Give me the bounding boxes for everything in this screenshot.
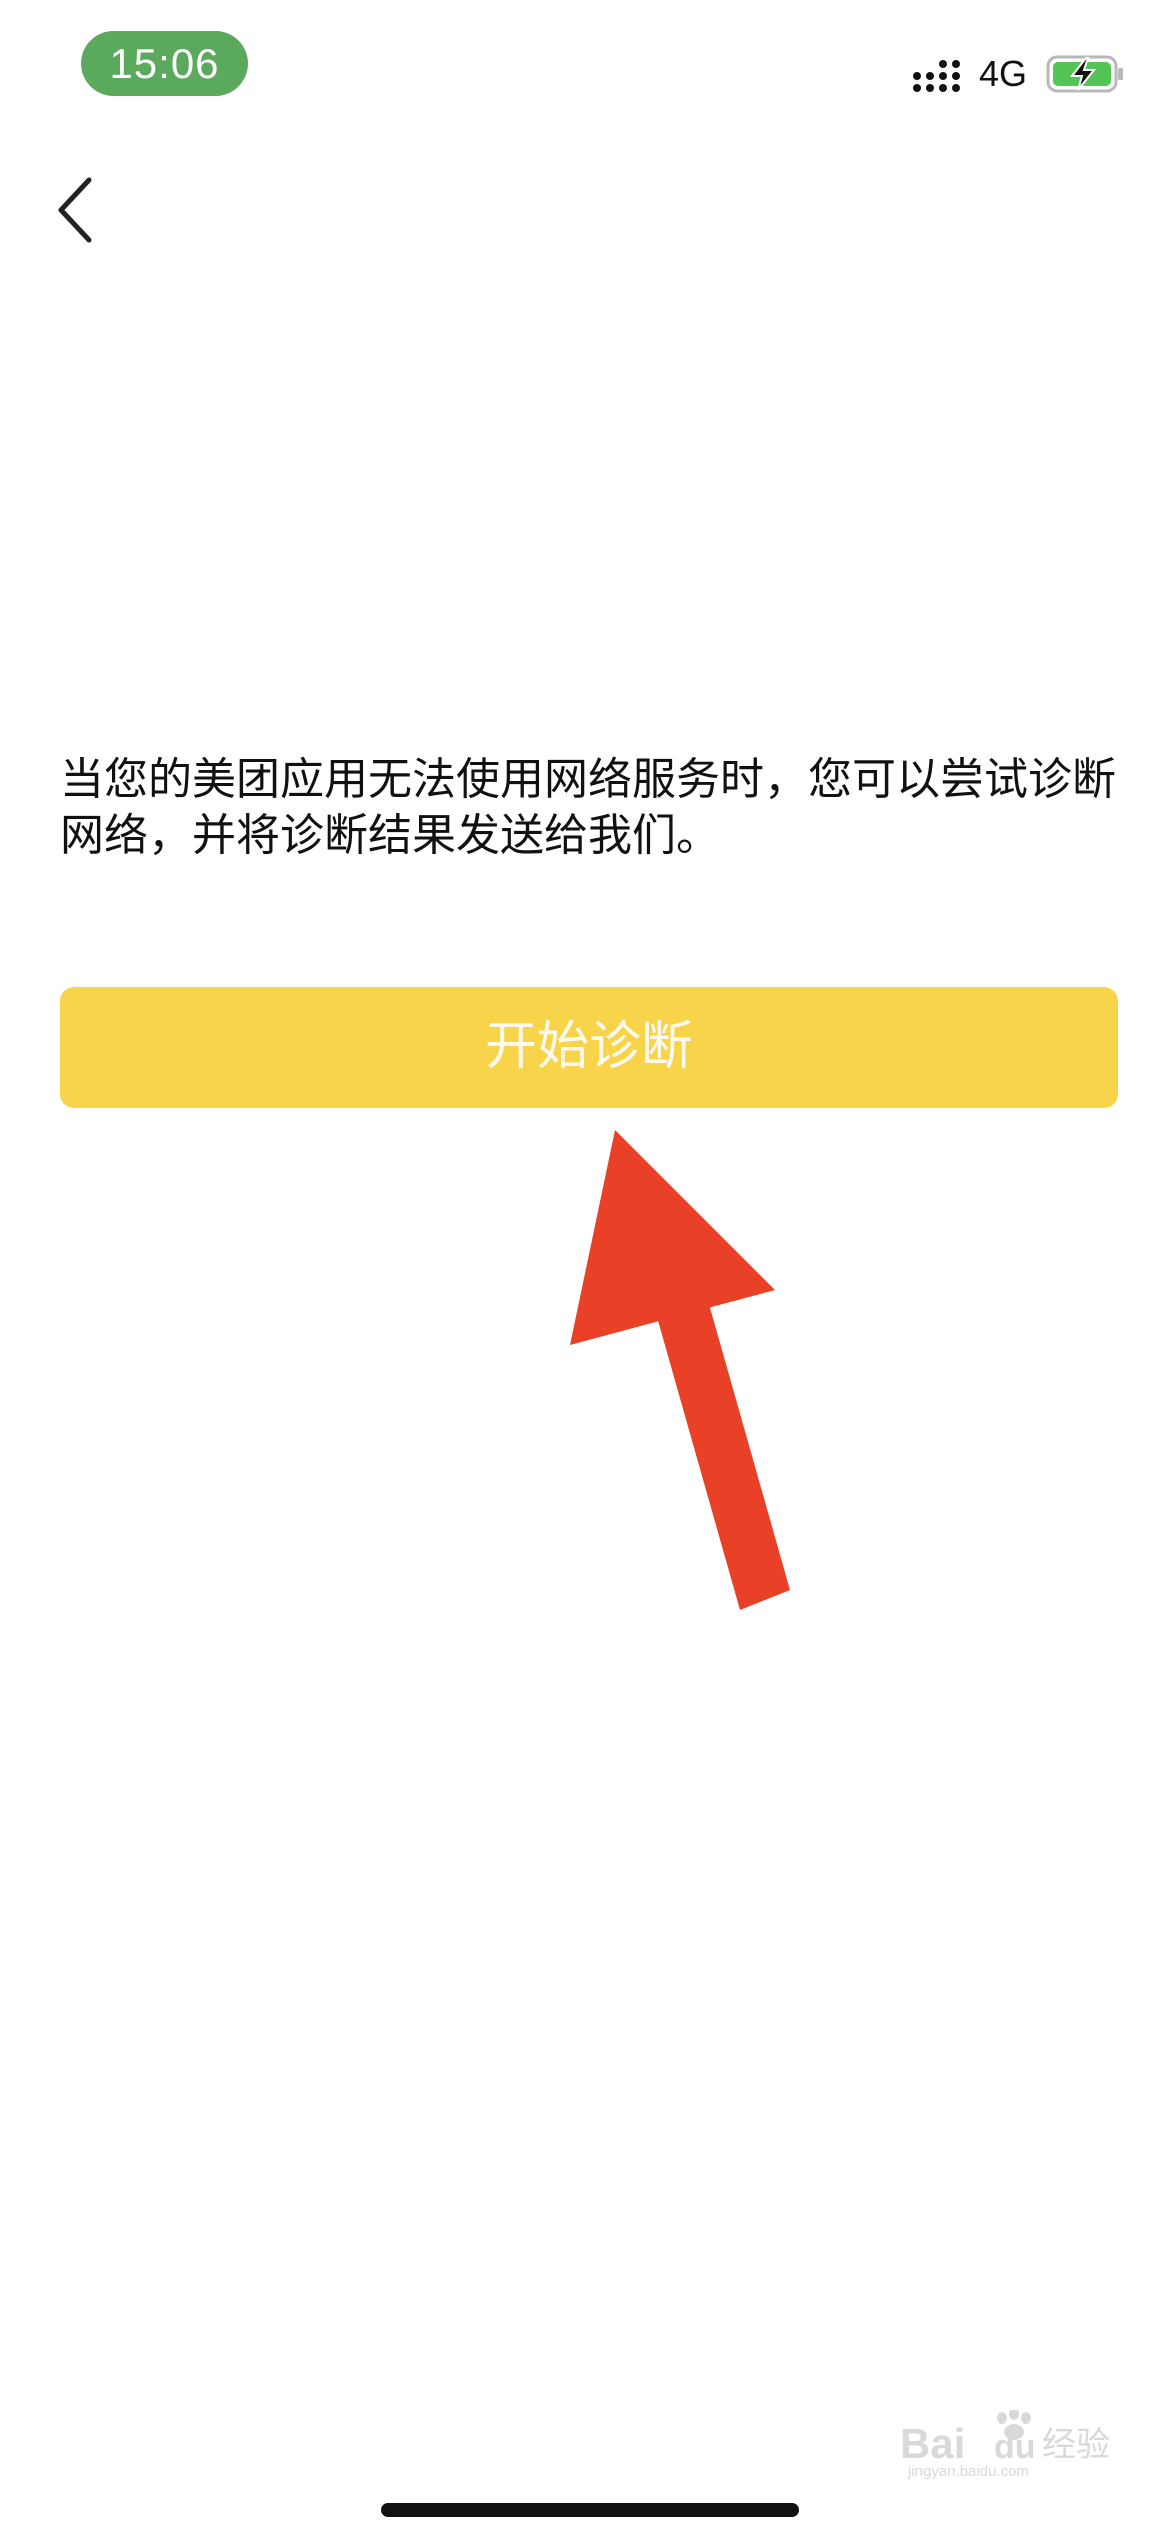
network-type-label: 4G — [979, 53, 1028, 94]
signal-bars-icon — [913, 60, 960, 92]
network-diagnosis-screen: 15:06 4G 当您的美团应用无法使用网络服务时，您可以尝试诊断网络，并将诊断… — [0, 0, 1170, 2532]
svg-text:经验: 经验 — [1042, 2425, 1110, 2465]
baidu-jingyan-watermark-icon: Bai du 经验 jingyan.baidu.com — [900, 2410, 1110, 2480]
svg-text:Bai: Bai — [900, 2420, 965, 2467]
svg-text:jingyan.baidu.com: jingyan.baidu.com — [907, 2463, 1029, 2480]
annotation-arrow-icon — [570, 1130, 790, 1610]
status-time: 15:06 — [81, 31, 248, 96]
svg-text:du: du — [994, 2428, 1036, 2466]
battery-charging-icon — [1046, 55, 1123, 93]
start-diagnosis-button[interactable]: 开始诊断 — [60, 987, 1118, 1108]
diagnosis-description: 当您的美团应用无法使用网络服务时，您可以尝试诊断网络，并将诊断结果发送给我们。 — [60, 754, 1116, 861]
home-indicator[interactable] — [381, 2503, 799, 2517]
back-button[interactable] — [40, 165, 110, 255]
chevron-left-icon — [58, 177, 92, 243]
